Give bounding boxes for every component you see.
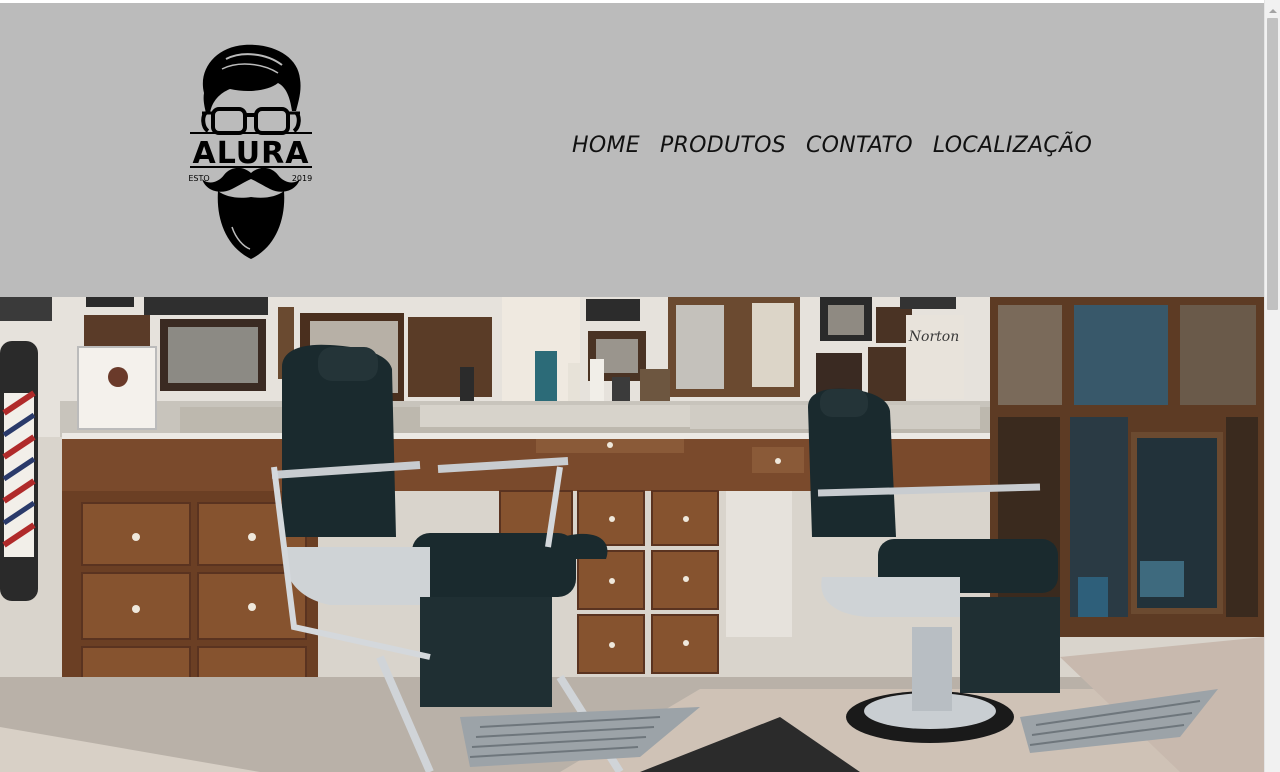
alura-logo[interactable]: ALURA ESTO 2019: [186, 41, 316, 261]
nav-produtos[interactable]: PRODUTOS: [660, 131, 786, 165]
vertical-scrollbar[interactable]: [1264, 0, 1280, 772]
norton-sign: Norton: [908, 329, 959, 345]
nav-contato[interactable]: CONTATO: [806, 131, 913, 165]
logo-left-text: ESTO: [188, 174, 209, 183]
nav-localizacao[interactable]: LOCALIZAÇÃO: [933, 131, 1092, 165]
nav-home[interactable]: HOME: [572, 131, 640, 165]
hero-image: Norton: [0, 297, 1264, 772]
bearded-man-icon: ALURA ESTO 2019: [188, 44, 312, 259]
barbershop-photo: Norton: [0, 297, 1264, 772]
logo-brand-text: ALURA: [193, 136, 310, 171]
page: ALURA ESTO 2019 HOME PRODUTOS CONTATO LO…: [0, 0, 1264, 772]
site-header: ALURA ESTO 2019 HOME PRODUTOS CONTATO LO…: [0, 3, 1264, 297]
main-nav: HOME PRODUTOS CONTATO LOCALIZAÇÃO: [572, 131, 1112, 165]
logo-right-text: 2019: [292, 174, 312, 183]
scroll-thumb[interactable]: [1267, 18, 1278, 310]
scroll-up-arrow-icon[interactable]: [1265, 4, 1280, 18]
